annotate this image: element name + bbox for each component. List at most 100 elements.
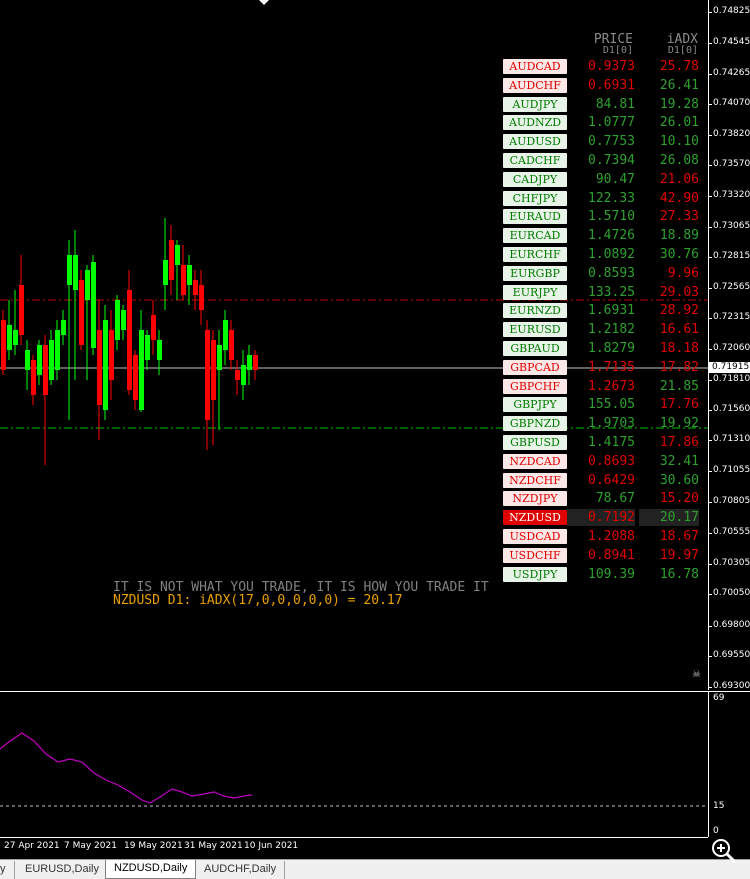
candle-body bbox=[151, 315, 156, 340]
symbol-button[interactable]: EURCHF bbox=[503, 247, 567, 262]
symbol-button[interactable]: NZDJPY bbox=[503, 491, 567, 507]
price-value: 84.81 bbox=[595, 96, 635, 112]
price-label: 0.70050 bbox=[713, 588, 750, 598]
price-value: 1.4175 bbox=[588, 435, 635, 450]
price-tick bbox=[709, 410, 712, 411]
price-label: 0.74265 bbox=[713, 68, 750, 78]
symbol-button[interactable]: GBPCHF bbox=[503, 378, 567, 394]
symbol-button[interactable]: EURCAD bbox=[503, 228, 567, 244]
price-value: 1.9703 bbox=[588, 416, 635, 432]
price-label: 0.71810 bbox=[713, 374, 750, 384]
price-value: 0.6931 bbox=[588, 77, 635, 93]
dashboard-row: CADJPY 90.47 21.06 bbox=[503, 171, 708, 187]
candle-body bbox=[61, 320, 66, 335]
candle-body bbox=[55, 330, 60, 370]
price-tick bbox=[709, 626, 712, 627]
chart-tab-bar: y EURUSD,Daily NZDUSD,Daily AUDCHF,Daily bbox=[0, 859, 750, 879]
tab-audchf-daily[interactable]: AUDCHF,Daily bbox=[196, 861, 286, 879]
candle-body bbox=[193, 280, 198, 295]
symbol-button[interactable]: EURNZD bbox=[503, 303, 567, 319]
symbol-button[interactable]: GBPNZD bbox=[503, 416, 567, 432]
price-value: 155.05 bbox=[588, 397, 635, 413]
symbol-button[interactable]: GBPCAD bbox=[503, 359, 567, 375]
candle-body bbox=[7, 325, 12, 350]
symbol-button[interactable]: NZDCAD bbox=[503, 453, 567, 469]
adx-value: 17.86 bbox=[659, 435, 699, 450]
symbol-button[interactable]: AUDJPY bbox=[503, 96, 567, 112]
tab-nzdusd-daily[interactable]: NZDUSD,Daily bbox=[105, 860, 197, 879]
candle-body bbox=[223, 320, 228, 350]
price-value: 0.6429 bbox=[588, 472, 635, 488]
symbol-button[interactable]: USDCHF bbox=[503, 547, 567, 563]
candle-body bbox=[175, 245, 180, 265]
dashboard-row: NZDCHF 0.6429 30.60 bbox=[503, 472, 708, 488]
chart-shift-marker[interactable] bbox=[259, 0, 269, 5]
symbol-button[interactable]: USDJPY bbox=[503, 566, 567, 582]
price-axis[interactable]: 0.74825 0.74545 0.74265 0.74070 0.73820 0.735… bbox=[708, 0, 750, 691]
tab-partial[interactable]: y bbox=[0, 861, 15, 879]
symbol-button[interactable]: EURJPY bbox=[503, 284, 567, 300]
price-tick bbox=[709, 165, 712, 166]
symbol-button[interactable]: EURAUD bbox=[503, 209, 567, 225]
price-label: 0.72060 bbox=[713, 343, 750, 353]
dashboard-row: CADCHF 0.7394 26.08 bbox=[503, 152, 708, 168]
symbol-button[interactable]: CADJPY bbox=[503, 171, 567, 187]
price-label: 0.72315 bbox=[713, 312, 750, 322]
adx-value: 18.67 bbox=[659, 529, 699, 544]
dashboard-row: USDJPY 109.39 16.78 bbox=[503, 566, 708, 582]
zoom-icon[interactable] bbox=[706, 836, 746, 864]
price-label: 0.69800 bbox=[713, 620, 750, 630]
symbol-button[interactable]: CHFJPY bbox=[503, 190, 567, 206]
price-value: 1.2182 bbox=[588, 322, 635, 338]
price-tick bbox=[709, 594, 712, 595]
price-label: 0.72815 bbox=[713, 251, 750, 261]
price-value: 1.2088 bbox=[588, 529, 635, 544]
dashboard-row: EURJPY 133.25 29.03 bbox=[503, 284, 708, 300]
symbol-button[interactable]: NZDUSD bbox=[503, 510, 567, 526]
adx-value: 17.82 bbox=[659, 359, 699, 375]
price-tick bbox=[709, 533, 712, 534]
adx-indicator-window[interactable] bbox=[0, 691, 708, 837]
price-tick bbox=[709, 380, 712, 381]
time-axis[interactable]: 27 Apr 2021 7 May 2021 19 May 2021 31 Ma… bbox=[0, 837, 708, 859]
symbol-button[interactable]: CADCHF bbox=[503, 153, 567, 168]
time-label: 31 May 2021 bbox=[184, 841, 243, 851]
symbol-button[interactable]: AUDNZD bbox=[503, 115, 567, 131]
candle-body bbox=[115, 300, 120, 340]
price-tick bbox=[709, 349, 712, 350]
dashboard-row: EURAUD 1.5710 27.33 bbox=[503, 208, 708, 225]
candle-body bbox=[229, 330, 234, 360]
adx-value: 42.90 bbox=[659, 190, 699, 206]
price-label: 0.70305 bbox=[713, 558, 750, 568]
symbol-button[interactable]: EURUSD bbox=[503, 322, 567, 338]
adx-value: 16.61 bbox=[659, 322, 699, 338]
symbol-button[interactable]: GBPUSD bbox=[503, 435, 567, 450]
candle-body bbox=[13, 330, 18, 345]
main-price-chart[interactable]: PRICE D1[0] iADX D1[0] AUDCAD 0.9373 25.78… bbox=[0, 0, 708, 690]
tab-eurusd-daily[interactable]: EURUSD,Daily bbox=[17, 861, 108, 879]
symbol-button[interactable]: AUDCAD bbox=[503, 59, 567, 74]
candle-body bbox=[97, 330, 102, 405]
symbol-button[interactable]: AUDCHF bbox=[503, 77, 567, 93]
price-label: 0.74825 bbox=[713, 6, 750, 16]
symbol-button[interactable]: NZDCHF bbox=[503, 472, 567, 488]
candle-body bbox=[49, 340, 54, 380]
symbol-button[interactable]: GBPJPY bbox=[503, 397, 567, 413]
symbol-button[interactable]: AUDUSD bbox=[503, 134, 567, 150]
candle-body bbox=[1, 320, 6, 370]
dashboard-row: EURUSD 1.2182 16.61 bbox=[503, 321, 708, 338]
symbol-button[interactable]: USDCAD bbox=[503, 529, 567, 544]
symbol-button[interactable]: EURGBP bbox=[503, 265, 567, 281]
dashboard-row: AUDUSD 0.7753 10.10 bbox=[503, 133, 708, 150]
price-label: 0.73320 bbox=[713, 190, 750, 200]
price-tick bbox=[709, 196, 712, 197]
adx-value: 25.78 bbox=[659, 59, 699, 74]
price-value: 1.0892 bbox=[588, 247, 635, 262]
adx-value: 19.97 bbox=[659, 547, 699, 563]
price-value: 0.8941 bbox=[588, 547, 635, 563]
adx-caption: NZDUSD D1: iADX(17,0,0,0,0,0) = 20.17 bbox=[113, 593, 403, 608]
adx-value: 15.20 bbox=[659, 491, 699, 507]
symbol-button[interactable]: GBPAUD bbox=[503, 341, 567, 356]
current-price-marker: 0.71915 bbox=[709, 362, 750, 373]
candle-body bbox=[181, 265, 186, 295]
